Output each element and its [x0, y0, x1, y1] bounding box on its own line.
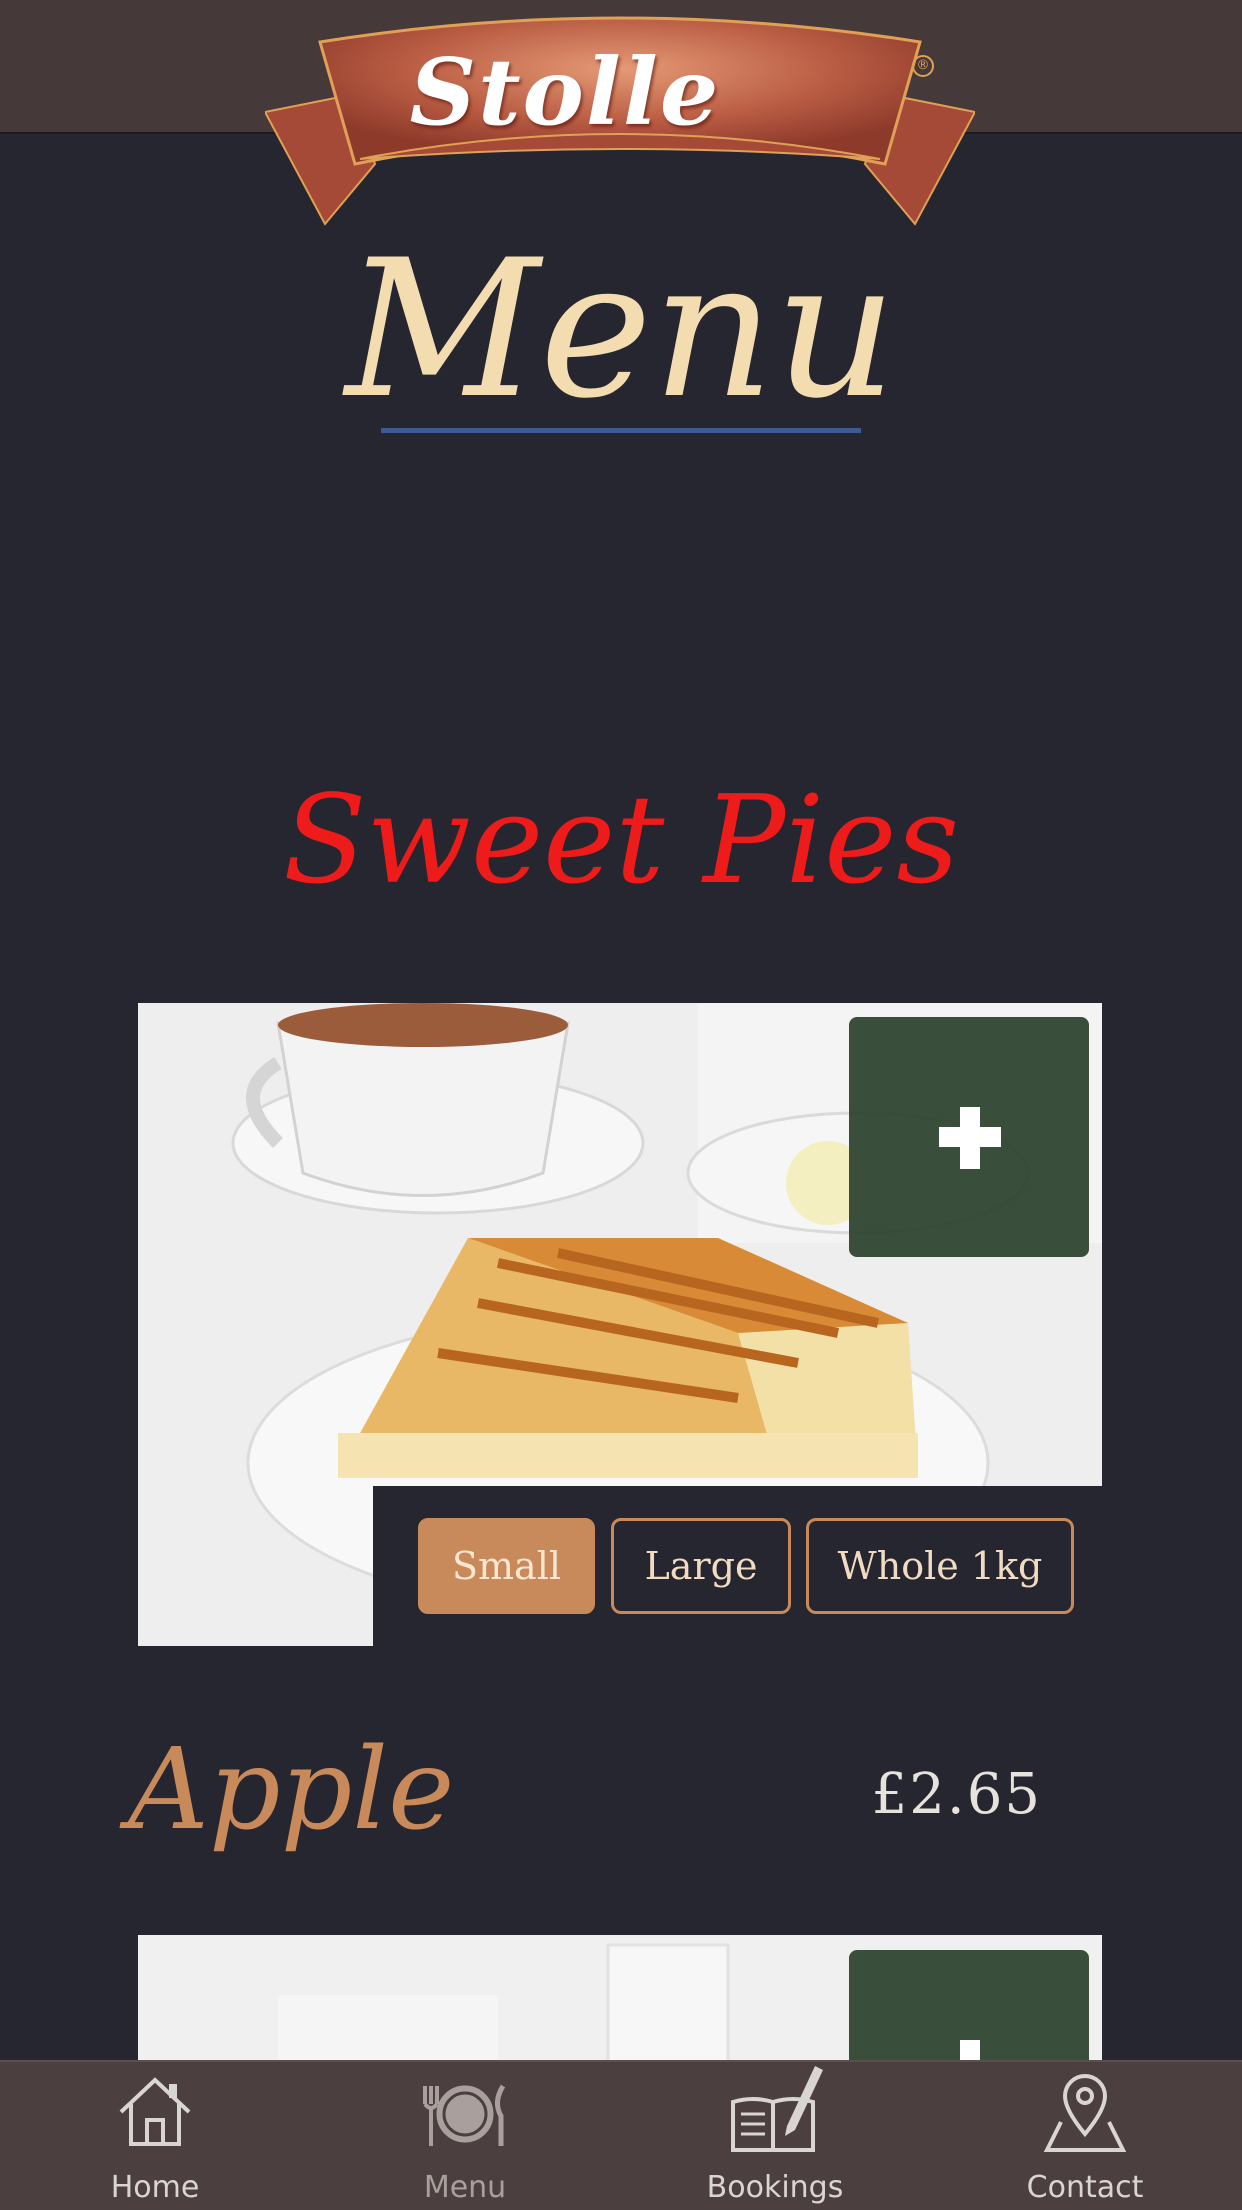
stolle-logo[interactable]: Stolle ® — [263, 14, 977, 229]
item-name: Apple — [128, 1725, 455, 1855]
size-whole-button[interactable]: Whole 1kg — [806, 1518, 1074, 1614]
logo-text: Stolle — [409, 38, 721, 146]
tab-home[interactable]: Home — [0, 2062, 310, 2210]
tab-label: Bookings — [706, 2170, 844, 2205]
plus-icon-stem — [960, 1107, 980, 1169]
title-underline — [381, 428, 861, 433]
book-pen-icon — [731, 2066, 823, 2152]
registered-mark: ® — [912, 55, 934, 77]
tab-contact[interactable]: Contact — [930, 2062, 1240, 2210]
tab-menu[interactable]: Menu — [310, 2062, 620, 2210]
size-small-button[interactable]: Small — [418, 1518, 595, 1614]
tab-label: Contact — [1026, 2170, 1144, 2205]
location-pin-icon — [1043, 2074, 1127, 2152]
item-price: £2.65 — [871, 1762, 1042, 1827]
tab-bar: Home Menu Bookings Contact — [0, 2060, 1242, 2210]
tab-label: Home — [110, 2170, 200, 2205]
home-icon — [119, 2077, 191, 2146]
page-title: Menu — [345, 219, 897, 440]
add-to-order-button[interactable] — [849, 1017, 1089, 1257]
size-large-button[interactable]: Large — [611, 1518, 791, 1614]
tab-bookings[interactable]: Bookings — [620, 2062, 930, 2210]
section-title: Sweet Pies — [282, 769, 960, 911]
plate-cutlery-icon — [423, 2084, 506, 2146]
tab-label: Menu — [423, 2170, 507, 2205]
